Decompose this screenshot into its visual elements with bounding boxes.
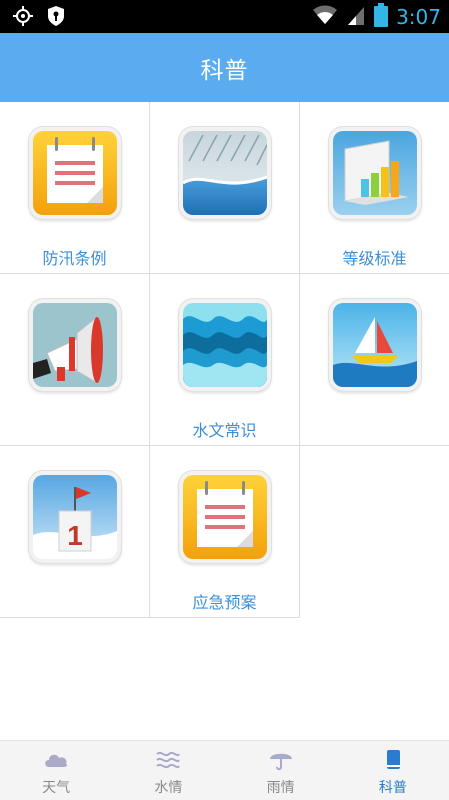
megaphone-icon [29, 299, 121, 391]
page-title: 科普 [200, 57, 249, 84]
bottom-nav: 天气 水情 雨情 科普 [0, 740, 449, 800]
wifi-icon [312, 4, 338, 30]
battery-icon [374, 3, 389, 31]
grid-item-label: 防汛条例 [42, 249, 107, 268]
bar-chart-icon [329, 127, 421, 219]
water-waves-icon [155, 749, 181, 771]
grid-item-label: 等级标准 [342, 249, 407, 268]
grid-item-emergency-plan[interactable]: 应急预案 [150, 446, 300, 618]
umbrella-icon [268, 749, 294, 771]
waves-icon [179, 299, 271, 391]
grid-item-standards[interactable]: 等级标准 [300, 102, 449, 274]
notepad-icon [29, 127, 121, 219]
grid-item-hydrology[interactable]: 水文常识 [150, 274, 300, 446]
grid-item-level[interactable]: 1 [0, 446, 150, 618]
grid-item-rain[interactable] [150, 102, 300, 274]
grid-item-alert[interactable] [0, 274, 150, 446]
rain-icon [179, 127, 271, 219]
grid-item-boat[interactable] [300, 274, 449, 446]
nav-item-rain[interactable]: 雨情 [225, 741, 337, 800]
header-bar: 科普 [0, 33, 449, 102]
cloud-icon [43, 749, 69, 771]
nav-item-science[interactable]: 科普 [337, 741, 449, 800]
nav-label: 水情 [154, 780, 183, 796]
shield-icon [46, 5, 66, 31]
flag-marker-icon: 1 [29, 471, 121, 563]
sailboat-icon [329, 299, 421, 391]
svg-text:1: 1 [67, 520, 83, 551]
nav-item-water[interactable]: 水情 [112, 741, 224, 800]
status-time: 3:07 [396, 5, 441, 29]
nav-label: 科普 [378, 780, 407, 796]
book-icon [380, 749, 406, 771]
status-bar: 3:07 [0, 0, 449, 33]
gps-icon [12, 5, 34, 31]
nav-label: 天气 [42, 780, 71, 796]
grid-item-regulations[interactable]: 防汛条例 [0, 102, 150, 274]
feature-grid: 防汛条例 等级标准 水文常识 1 应急预案 [0, 102, 449, 618]
nav-label: 雨情 [266, 780, 295, 796]
grid-item-label: 水文常识 [192, 421, 257, 440]
notepad-icon [179, 471, 271, 563]
nav-item-weather[interactable]: 天气 [0, 741, 112, 800]
grid-item-label: 应急预案 [192, 593, 257, 612]
signal-icon [346, 4, 366, 30]
